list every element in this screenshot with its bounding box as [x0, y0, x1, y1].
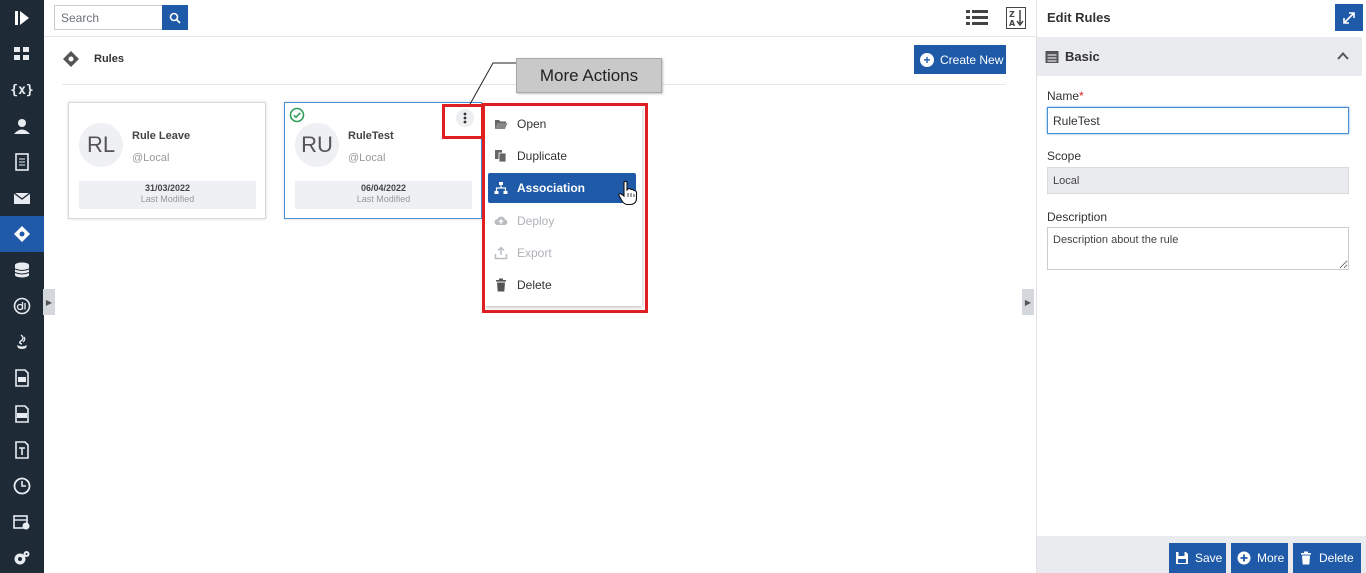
- svg-text:A: A: [1009, 19, 1016, 28]
- settings-icon[interactable]: [0, 540, 44, 573]
- last-modified-date: 06/04/2022: [360, 183, 407, 193]
- more-button[interactable]: More: [1231, 543, 1288, 573]
- edit-panel: Edit Rules Basic Name* Scope Local Descr…: [1036, 0, 1366, 573]
- scope-label: Scope: [1047, 149, 1082, 163]
- description-label: Description: [1047, 210, 1108, 224]
- highlight-box-menu: [482, 103, 648, 313]
- basic-section-header[interactable]: Basic: [1037, 37, 1362, 76]
- datatype-icon[interactable]: [0, 288, 44, 324]
- avatar: RL: [79, 123, 123, 167]
- search-icon: [169, 12, 181, 24]
- java-icon[interactable]: [0, 324, 44, 360]
- last-modified-label: Last Modified: [140, 194, 195, 204]
- csv-icon[interactable]: [0, 396, 44, 432]
- required-mark: *: [1079, 89, 1084, 103]
- rule-card[interactable]: RL Rule Leave @Local 31/03/2022 Last Mod…: [68, 102, 266, 219]
- expand-arrows-icon: [1343, 11, 1355, 24]
- last-modified-box: 06/04/2022 Last Modified: [295, 181, 472, 209]
- search-button[interactable]: [162, 5, 188, 30]
- left-collapse-handle-icon[interactable]: ▶: [43, 289, 55, 315]
- variables-icon[interactable]: {x}: [0, 72, 44, 108]
- text-template-icon[interactable]: [0, 432, 44, 468]
- description-field[interactable]: Description about the rule: [1047, 227, 1349, 270]
- rule-scope: @Local: [348, 152, 386, 164]
- save-button[interactable]: Save: [1169, 543, 1226, 573]
- rule-name: RuleTest: [348, 130, 394, 142]
- create-new-label: Create New: [940, 52, 1004, 67]
- list-view-icon[interactable]: [966, 8, 988, 28]
- name-label-text: Name: [1047, 89, 1080, 103]
- delete-button[interactable]: Delete: [1293, 543, 1361, 573]
- highlight-box-kebab: [442, 104, 484, 139]
- plus-circle-icon: +: [920, 52, 934, 67]
- rule-scope: @Local: [132, 152, 170, 164]
- search-box: [54, 5, 188, 30]
- form-icon: [1045, 50, 1059, 63]
- rule-name: Rule Leave: [132, 130, 191, 142]
- right-collapse-handle-icon[interactable]: ▶: [1022, 289, 1034, 315]
- trash-icon: [1301, 551, 1311, 565]
- save-label: Save: [1195, 551, 1223, 565]
- database-icon[interactable]: [0, 252, 44, 288]
- logo-icon[interactable]: [0, 0, 44, 36]
- user-icon[interactable]: [0, 108, 44, 144]
- app-root: {x} ▶ ▶ Search Z A Rules + Create New RL…: [0, 0, 1366, 573]
- document-icon[interactable]: [0, 144, 44, 180]
- top-divider: [44, 36, 1036, 37]
- clock-icon[interactable]: [0, 468, 44, 504]
- plus-circle-icon: [1237, 551, 1251, 565]
- rules-icon[interactable]: [0, 216, 44, 252]
- sidebar-rail: {x}: [0, 0, 44, 573]
- file-icon[interactable]: [0, 360, 44, 396]
- svg-text:Z: Z: [1009, 10, 1015, 19]
- edit-panel-title: Edit Rules: [1047, 10, 1111, 25]
- create-new-button[interactable]: + Create New: [914, 45, 1006, 74]
- search-input[interactable]: [54, 5, 162, 30]
- mail-icon[interactable]: [0, 180, 44, 216]
- sort-za-icon[interactable]: Z A: [1006, 7, 1026, 29]
- check-circle-icon: [289, 107, 305, 123]
- scope-field: Local: [1047, 167, 1349, 194]
- avatar: RU: [295, 123, 339, 167]
- more-label: More: [1257, 551, 1285, 565]
- chevron-up-icon[interactable]: [1336, 49, 1350, 63]
- last-modified-box: 31/03/2022 Last Modified: [79, 181, 256, 209]
- rules-breadcrumb-icon: [63, 51, 79, 67]
- last-modified-label: Last Modified: [356, 194, 411, 204]
- calendar-settings-icon[interactable]: [0, 504, 44, 540]
- section-title: Basic: [1065, 49, 1100, 64]
- page-title: Rules: [94, 53, 124, 65]
- expand-button[interactable]: [1335, 4, 1363, 31]
- dashboard-icon[interactable]: [0, 36, 44, 72]
- hand-pointer-icon: [618, 180, 638, 206]
- name-label: Name*: [1047, 89, 1084, 103]
- variables-label: {x}: [10, 82, 34, 98]
- delete-label: Delete: [1319, 551, 1354, 565]
- more-actions-callout: More Actions: [516, 58, 662, 93]
- name-field[interactable]: [1047, 107, 1349, 134]
- save-icon: [1176, 552, 1188, 564]
- last-modified-date: 31/03/2022: [144, 183, 191, 193]
